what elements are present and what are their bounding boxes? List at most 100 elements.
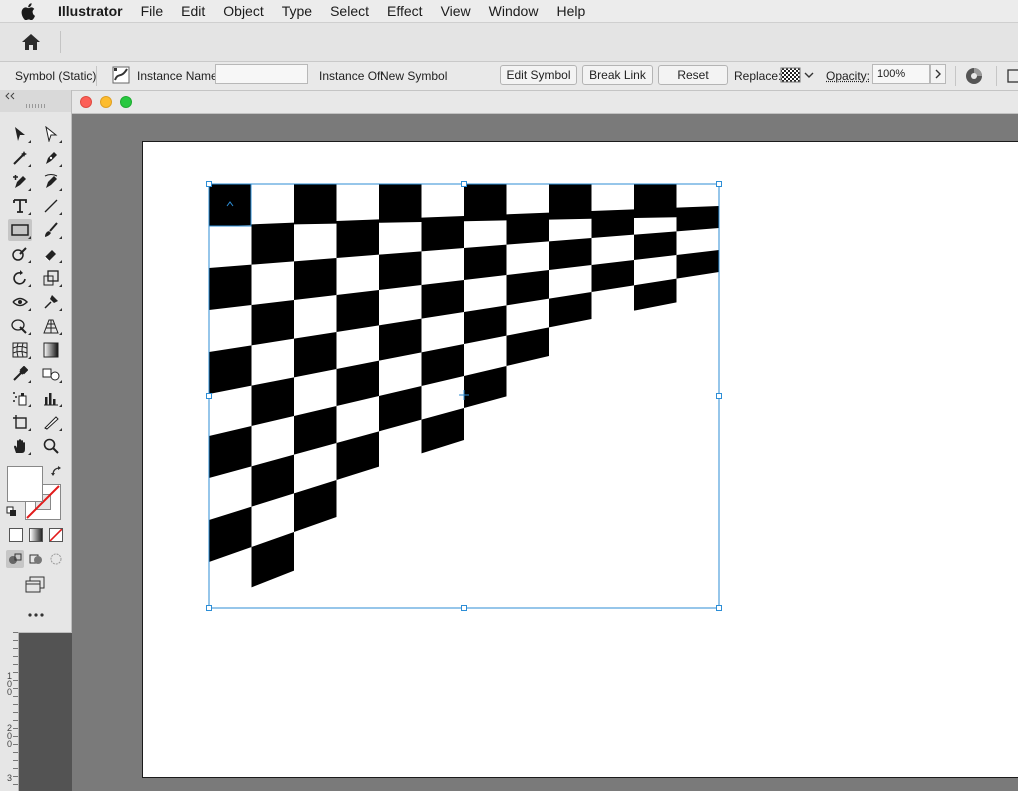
transform-icon[interactable] [1004,67,1018,85]
checker-cell [464,366,507,408]
puppet-warp-tool-icon[interactable] [39,291,63,313]
instance-name-input[interactable] [215,64,308,84]
tools-panel [0,90,72,633]
checker-cell [294,480,337,532]
more-tools-icon[interactable] [26,608,46,622]
curvature-tool-icon[interactable] [8,171,32,193]
default-fill-stroke-icon[interactable] [6,506,18,518]
apple-menu-icon[interactable] [18,1,38,21]
swap-fill-stroke-icon[interactable] [50,465,64,479]
magic-wand-tool-icon[interactable] [8,147,32,169]
eyedropper-tool-icon[interactable] [8,363,32,385]
gradient-mode-icon[interactable] [29,528,43,542]
opacity-expand-icon[interactable] [930,64,946,84]
checker-cell [676,250,719,279]
line-segment-tool-icon[interactable] [39,195,63,217]
type-tool-icon[interactable] [8,195,32,217]
replace-symbol-dropdown[interactable] [780,66,818,84]
checker-cell [251,377,294,426]
resize-handle[interactable] [206,181,212,187]
symbol-instance-artwork[interactable] [72,91,1018,791]
perspective-grid-tool-icon[interactable] [39,315,63,337]
edit-symbol-button[interactable]: Edit Symbol [500,65,577,85]
menu-file[interactable]: File [132,0,173,22]
resize-handle[interactable] [461,605,467,611]
selection-tool-icon[interactable] [8,123,32,145]
menu-type[interactable]: Type [273,0,321,22]
checker-cell [209,345,252,394]
draw-behind-icon[interactable] [27,550,45,568]
anchor-point-tool-icon[interactable] [39,171,63,193]
checker-cell [421,216,464,252]
pen-tool-icon[interactable] [39,147,63,169]
shape-builder-tool-icon[interactable] [8,315,32,337]
menu-help[interactable]: Help [547,0,594,22]
checker-cell [634,231,677,260]
instance-of-label: Instance Of: [319,69,384,83]
instance-of-value: New Symbol [380,69,448,83]
checker-cell [294,258,337,300]
home-icon[interactable] [18,32,44,52]
none-mode-icon[interactable] [49,528,63,542]
checker-cell [591,260,634,292]
column-graph-tool-icon[interactable] [39,387,63,409]
reset-button[interactable]: Reset [658,65,728,85]
resize-handle[interactable] [716,181,722,187]
resize-handle[interactable] [716,605,722,611]
width-tool-icon[interactable] [8,291,32,313]
checker-cell [379,184,422,223]
break-link-button[interactable]: Break Link [582,65,653,85]
mesh-tool-icon[interactable] [8,339,32,361]
menu-view[interactable]: View [432,0,480,22]
symbol-sprayer-tool-icon[interactable] [8,387,32,409]
checker-cell [251,300,294,346]
resize-handle[interactable] [461,181,467,187]
draw-normal-icon[interactable] [6,550,24,568]
checker-cell [379,251,422,290]
checker-cell [336,290,379,332]
tools-panel-header[interactable] [0,90,71,112]
color-mode-icon[interactable] [9,528,23,542]
draw-inside-icon[interactable] [47,550,65,568]
blend-tool-icon[interactable] [39,363,63,385]
rectangle-tool-icon[interactable] [8,219,32,241]
hand-tool-icon[interactable] [8,435,32,457]
scale-tool-icon[interactable] [39,267,63,289]
menu-edit[interactable]: Edit [172,0,214,22]
control-bar: Symbol (Static) Instance Name: Instance … [0,62,1018,91]
paintbrush-tool-icon[interactable] [39,219,63,241]
checker-cell [464,305,507,344]
checker-cell [336,219,379,258]
replace-swatch-icon [780,67,814,83]
fill-swatch[interactable] [7,466,43,502]
menu-app-name[interactable]: Illustrator [52,0,132,22]
menu-effect[interactable]: Effect [378,0,432,22]
symbol-instance-icon[interactable] [112,66,130,84]
collapse-panel-icon[interactable] [4,92,16,100]
gradient-tool-icon[interactable] [39,339,63,361]
opacity-label[interactable]: Opacity: [826,69,870,83]
rotate-tool-icon[interactable] [8,267,32,289]
vertical-ruler: 1 0 0 2 0 0 3 [0,632,19,791]
artboard-tool-icon[interactable] [8,411,32,433]
checker-cell [506,212,549,245]
zoom-tool-icon[interactable] [39,435,63,457]
resize-handle[interactable] [206,393,212,399]
resize-handle[interactable] [206,605,212,611]
menu-select[interactable]: Select [321,0,378,22]
checker-cell [549,238,592,270]
checker-cell [209,426,252,478]
menu-window[interactable]: Window [480,0,548,22]
screen-mode-icon[interactable] [24,576,48,594]
recolor-artwork-icon[interactable] [964,66,984,86]
shaper-tool-icon[interactable] [8,243,32,265]
opacity-input[interactable]: 100% [872,64,930,84]
instance-name-label: Instance Name: [137,69,222,83]
checker-cell [421,408,464,454]
eraser-tool-icon[interactable] [39,243,63,265]
menu-object[interactable]: Object [214,0,272,22]
slice-tool-icon[interactable] [39,411,63,433]
direct-selection-tool-icon[interactable] [39,123,63,145]
checker-cell [336,360,379,406]
resize-handle[interactable] [716,393,722,399]
